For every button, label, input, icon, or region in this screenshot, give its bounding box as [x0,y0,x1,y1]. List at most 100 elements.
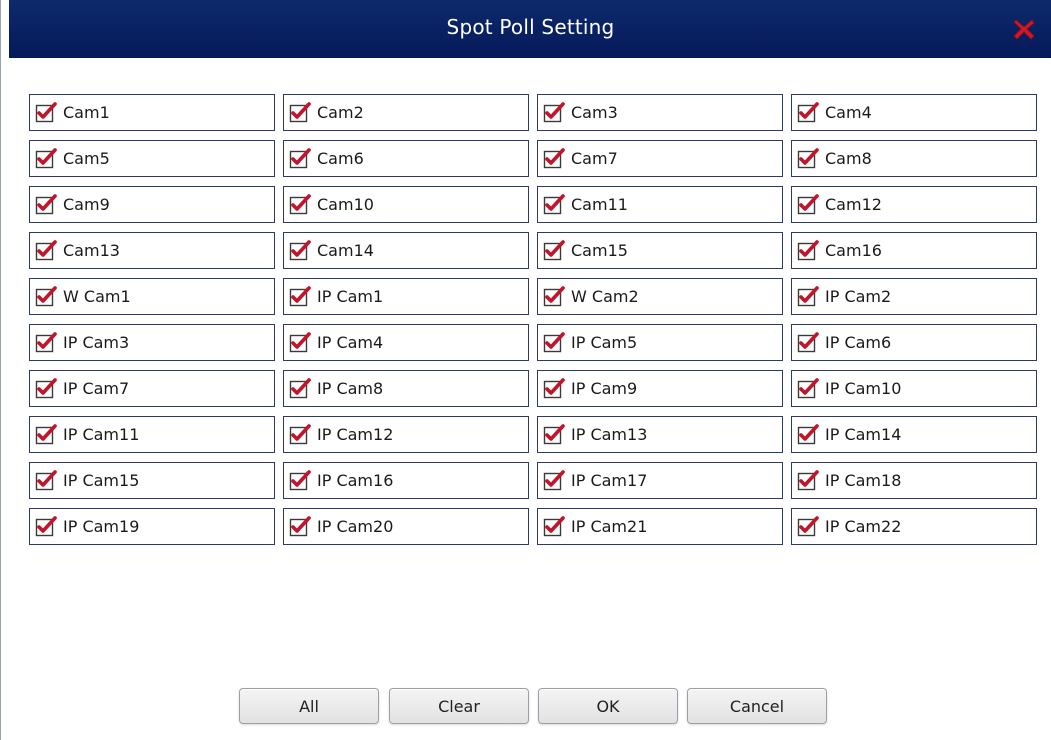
camera-checkbox-item[interactable]: IP Cam17 [537,462,783,499]
checked-checkbox-icon[interactable] [289,331,311,354]
checked-checkbox-icon[interactable] [289,193,311,216]
camera-label: IP Cam15 [63,471,140,490]
camera-label: IP Cam16 [317,471,394,490]
checked-checkbox-icon[interactable] [543,469,565,492]
camera-label: Cam8 [825,149,872,168]
camera-checkbox-item[interactable]: Cam3 [537,94,783,131]
camera-label: Cam13 [63,241,120,260]
camera-label: IP Cam12 [317,425,394,444]
checked-checkbox-icon[interactable] [289,469,311,492]
camera-checkbox-item[interactable]: Cam6 [283,140,529,177]
clear-button[interactable]: Clear [389,688,529,724]
checked-checkbox-icon[interactable] [35,423,57,446]
checked-checkbox-icon[interactable] [797,423,819,446]
camera-checkbox-item[interactable]: IP Cam20 [283,508,529,545]
camera-label: IP Cam8 [317,379,384,398]
camera-checkbox-item[interactable]: IP Cam7 [29,370,275,407]
camera-checkbox-item[interactable]: W Cam2 [537,278,783,315]
camera-checkbox-item[interactable]: Cam5 [29,140,275,177]
camera-label: Cam2 [317,103,364,122]
camera-checkbox-item[interactable]: IP Cam2 [791,278,1037,315]
checked-checkbox-icon[interactable] [797,147,819,170]
camera-checkbox-item[interactable]: Cam9 [29,186,275,223]
title-bar: Spot Poll Setting [9,0,1051,58]
camera-checkbox-item[interactable]: IP Cam6 [791,324,1037,361]
camera-label: Cam15 [571,241,628,260]
camera-checkbox-item[interactable]: IP Cam18 [791,462,1037,499]
checked-checkbox-icon[interactable] [35,193,57,216]
camera-checkbox-item[interactable]: Cam11 [537,186,783,223]
camera-checkbox-item[interactable]: IP Cam13 [537,416,783,453]
camera-checkbox-item[interactable]: IP Cam12 [283,416,529,453]
checked-checkbox-icon[interactable] [797,285,819,308]
camera-checkbox-item[interactable]: Cam16 [791,232,1037,269]
checked-checkbox-icon[interactable] [35,239,57,262]
checked-checkbox-icon[interactable] [797,239,819,262]
checked-checkbox-icon[interactable] [35,377,57,400]
camera-label: Cam1 [63,103,110,122]
camera-checkbox-item[interactable]: Cam2 [283,94,529,131]
checked-checkbox-icon[interactable] [35,515,57,538]
camera-checkbox-item[interactable]: Cam15 [537,232,783,269]
checked-checkbox-icon[interactable] [289,377,311,400]
checked-checkbox-icon[interactable] [797,193,819,216]
camera-label: IP Cam13 [571,425,648,444]
checked-checkbox-icon[interactable] [289,101,311,124]
checked-checkbox-icon[interactable] [543,331,565,354]
camera-checkbox-item[interactable]: IP Cam14 [791,416,1037,453]
checked-checkbox-icon[interactable] [35,331,57,354]
checked-checkbox-icon[interactable] [35,469,57,492]
checked-checkbox-icon[interactable] [289,423,311,446]
checked-checkbox-icon[interactable] [797,331,819,354]
checked-checkbox-icon[interactable] [543,285,565,308]
camera-label: Cam11 [571,195,628,214]
checked-checkbox-icon[interactable] [797,101,819,124]
cancel-button[interactable]: Cancel [687,688,827,724]
camera-checkbox-item[interactable]: IP Cam5 [537,324,783,361]
camera-checkbox-item[interactable]: IP Cam4 [283,324,529,361]
ok-button[interactable]: OK [538,688,678,724]
camera-checkbox-item[interactable]: IP Cam10 [791,370,1037,407]
checked-checkbox-icon[interactable] [289,285,311,308]
camera-label: IP Cam5 [571,333,638,352]
close-icon[interactable] [1012,17,1036,41]
checked-checkbox-icon[interactable] [543,101,565,124]
camera-checkbox-item[interactable]: IP Cam9 [537,370,783,407]
camera-label: Cam9 [63,195,110,214]
camera-checkbox-item[interactable]: IP Cam8 [283,370,529,407]
camera-checkbox-item[interactable]: Cam8 [791,140,1037,177]
camera-checkbox-item[interactable]: IP Cam3 [29,324,275,361]
checked-checkbox-icon[interactable] [543,193,565,216]
checked-checkbox-icon[interactable] [35,285,57,308]
checked-checkbox-icon[interactable] [797,515,819,538]
checked-checkbox-icon[interactable] [35,147,57,170]
camera-checkbox-item[interactable]: Cam10 [283,186,529,223]
camera-checkbox-item[interactable]: Cam4 [791,94,1037,131]
camera-checkbox-item[interactable]: W Cam1 [29,278,275,315]
checked-checkbox-icon[interactable] [543,515,565,538]
checked-checkbox-icon[interactable] [289,239,311,262]
checked-checkbox-icon[interactable] [543,377,565,400]
camera-checkbox-item[interactable]: IP Cam11 [29,416,275,453]
camera-checkbox-item[interactable]: Cam14 [283,232,529,269]
camera-checkbox-item[interactable]: Cam7 [537,140,783,177]
camera-checkbox-item[interactable]: IP Cam21 [537,508,783,545]
camera-checkbox-item[interactable]: Cam13 [29,232,275,269]
checked-checkbox-icon[interactable] [289,515,311,538]
camera-checkbox-item[interactable]: IP Cam15 [29,462,275,499]
checked-checkbox-icon[interactable] [543,423,565,446]
checked-checkbox-icon[interactable] [289,147,311,170]
camera-checkbox-item[interactable]: IP Cam22 [791,508,1037,545]
checked-checkbox-icon[interactable] [35,101,57,124]
camera-checkbox-item[interactable]: IP Cam16 [283,462,529,499]
checked-checkbox-icon[interactable] [543,147,565,170]
camera-checkbox-item[interactable]: Cam1 [29,94,275,131]
checked-checkbox-icon[interactable] [543,239,565,262]
all-button[interactable]: All [239,688,379,724]
camera-label: IP Cam4 [317,333,384,352]
camera-checkbox-item[interactable]: IP Cam19 [29,508,275,545]
checked-checkbox-icon[interactable] [797,469,819,492]
checked-checkbox-icon[interactable] [797,377,819,400]
camera-checkbox-item[interactable]: Cam12 [791,186,1037,223]
camera-checkbox-item[interactable]: IP Cam1 [283,278,529,315]
